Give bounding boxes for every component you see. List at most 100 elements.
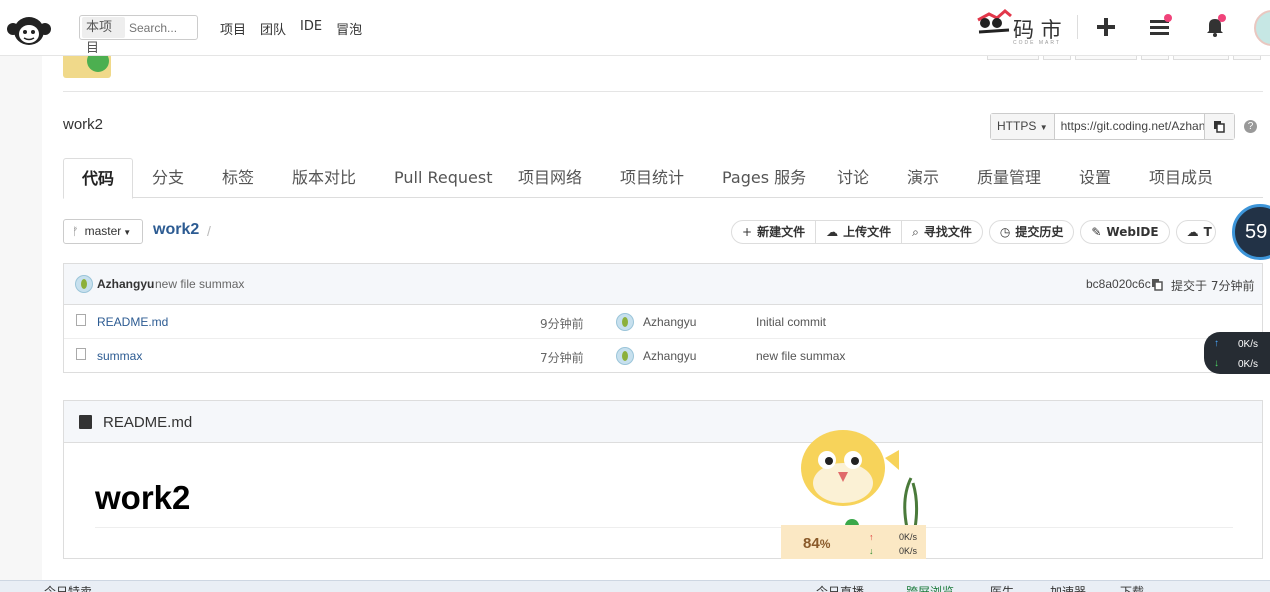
latest-commit: Azhangyu new file summax bc8a020c6c 提交于 …: [64, 264, 1262, 305]
commit-author[interactable]: Azhangyu: [97, 277, 154, 291]
file-actions: + 新建文件 ☁ 上传文件 ⌕ 寻找文件 ◷ 提交历史 ✎ WebIDE ☁ T: [731, 220, 1216, 244]
find-file-label: 寻找文件: [923, 225, 972, 239]
file-icon: [76, 314, 86, 326]
branch-select[interactable]: ᚠ master ▼: [63, 219, 143, 244]
tab-compare[interactable]: 版本对比: [292, 158, 356, 198]
search-scope[interactable]: 本项目: [82, 17, 125, 56]
cloud-upload-icon: ☁: [826, 225, 839, 239]
find-file-button[interactable]: ⌕ 寻找文件: [902, 220, 983, 244]
table-row[interactable]: summax 7分钟前 Azhangyu new file summax: [64, 339, 1262, 373]
pufferfish-icon: [801, 430, 919, 528]
plus-icon: +: [742, 225, 753, 239]
browser-status-bar: 今日特卖 今日直播 跨屏浏览 医生 加速器 下载: [0, 580, 1270, 592]
tab-branches[interactable]: 分支: [152, 158, 184, 198]
repo-title: work2: [63, 116, 104, 133]
tab-pages[interactable]: Pages 服务: [722, 158, 806, 198]
download-button[interactable]: ☁ T: [1175, 220, 1216, 244]
file-commit-message[interactable]: new file summax: [756, 349, 845, 363]
breadcrumb-separator: /: [207, 223, 211, 239]
nav-bubble[interactable]: 冒泡: [336, 19, 362, 38]
caret-down-icon: ▼: [1039, 123, 1048, 132]
taskbar-cross-screen[interactable]: 跨屏浏览: [906, 583, 954, 592]
tab-network[interactable]: 项目网络: [518, 158, 582, 198]
help-icon[interactable]: ?: [1244, 120, 1257, 133]
avatar[interactable]: [616, 313, 634, 331]
memory-percent: 84%: [803, 535, 830, 552]
nav-team[interactable]: 团队: [260, 19, 286, 38]
header-button-5[interactable]: [1173, 56, 1229, 60]
copy-icon: [1214, 121, 1225, 133]
upload-file-button[interactable]: ☁ 上传文件: [816, 220, 903, 244]
book-icon: [79, 415, 92, 429]
tasks-icon[interactable]: [1147, 14, 1173, 40]
clone-url-input[interactable]: https://git.coding.net/Azhangyu/work2.gi…: [1055, 114, 1204, 139]
taskbar-download[interactable]: 下载: [1120, 583, 1144, 592]
taskbar-doctor[interactable]: 医生: [990, 583, 1014, 592]
file-name[interactable]: README.md: [97, 315, 168, 329]
cloud-download-icon: ☁: [1186, 225, 1199, 239]
coding-logo-icon[interactable]: [6, 9, 52, 47]
nav-ide[interactable]: IDE: [300, 19, 322, 38]
tab-stats[interactable]: 项目统计: [620, 158, 684, 198]
tab-code[interactable]: 代码: [63, 158, 134, 199]
tab-tags[interactable]: 标签: [222, 158, 254, 198]
edit-icon: ✎: [1091, 225, 1102, 239]
pufferfish-widget[interactable]: 84% ↑ 0K/s ↓ 0K/s: [781, 428, 926, 559]
tab-quality[interactable]: 质量管理: [977, 158, 1041, 198]
file-author[interactable]: Azhangyu: [643, 315, 696, 329]
file-commit-message[interactable]: Initial commit: [756, 315, 826, 329]
arrow-up-icon: ↑: [1214, 338, 1219, 349]
nav-projects[interactable]: 项目: [220, 19, 246, 38]
file-author[interactable]: Azhangyu: [643, 349, 696, 363]
avatar[interactable]: [75, 275, 93, 293]
header-button-4[interactable]: [1141, 56, 1169, 60]
file-time: 7分钟前: [540, 351, 584, 365]
project-icon[interactable]: [63, 56, 111, 78]
taskbar-accelerator[interactable]: 加速器: [1050, 583, 1086, 592]
file-icon: [76, 348, 86, 360]
commit-hash[interactable]: bc8a020c6c: [1086, 277, 1151, 291]
header-button-6[interactable]: [1233, 56, 1261, 60]
download-label: T: [1203, 225, 1212, 239]
network-speed-widget[interactable]: ↑ 0K/s ↓ 0K/s: [1204, 332, 1270, 374]
search-input[interactable]: [129, 20, 197, 35]
new-file-label: 新建文件: [757, 225, 806, 239]
tab-settings[interactable]: 设置: [1079, 158, 1111, 198]
plus-icon[interactable]: [1093, 14, 1119, 40]
readme-filename: README.md: [103, 414, 193, 431]
codemart-brand[interactable]: 码 市 CODE MART: [975, 6, 1067, 46]
header-button-2[interactable]: [1043, 56, 1071, 60]
avatar[interactable]: [616, 347, 634, 365]
file-name[interactable]: summax: [97, 349, 142, 363]
mascot-upload-speed: 0K/s: [899, 532, 918, 542]
bell-icon[interactable]: [1202, 14, 1228, 40]
codemart-logo-icon: [977, 9, 1012, 34]
taskbar-deals[interactable]: 今日特卖: [44, 583, 92, 592]
brand-subtitle: CODE MART: [1013, 40, 1061, 46]
table-row[interactable]: README.md 9分钟前 Azhangyu Initial commit: [64, 305, 1262, 339]
header-button-1[interactable]: [987, 56, 1039, 60]
search-box[interactable]: 本项目: [79, 15, 198, 56]
memory-percent-sign: %: [819, 537, 831, 551]
copy-icon[interactable]: [1151, 278, 1163, 291]
webide-label: WebIDE: [1106, 225, 1159, 239]
webide-button[interactable]: ✎ WebIDE: [1080, 220, 1170, 244]
new-file-button[interactable]: + 新建文件: [731, 220, 817, 244]
tab-discussion[interactable]: 讨论: [837, 158, 869, 198]
tab-members[interactable]: 项目成员: [1149, 158, 1213, 198]
commit-history-button[interactable]: ◷ 提交历史: [988, 220, 1075, 244]
tab-demo[interactable]: 演示: [907, 158, 939, 198]
branch-icon: ᚠ: [72, 226, 79, 238]
user-avatar[interactable]: [1254, 10, 1270, 46]
arrow-down-icon: ↓: [869, 546, 874, 556]
copy-url-button[interactable]: [1203, 114, 1234, 139]
header-button-3[interactable]: [1075, 56, 1137, 60]
clone-protocol-select[interactable]: HTTPS ▼: [991, 114, 1055, 139]
left-gutter: [0, 56, 42, 580]
breadcrumb-repo[interactable]: work2: [153, 221, 199, 239]
taskbar-live[interactable]: 今日直播: [816, 583, 864, 592]
divider: [63, 91, 1263, 92]
tab-pull-request[interactable]: Pull Request: [394, 158, 492, 198]
top-navbar: 本项目 项目 团队 IDE 冒泡 码 市 CODE MART: [0, 0, 1270, 56]
commit-message[interactable]: new file summax: [155, 277, 244, 291]
